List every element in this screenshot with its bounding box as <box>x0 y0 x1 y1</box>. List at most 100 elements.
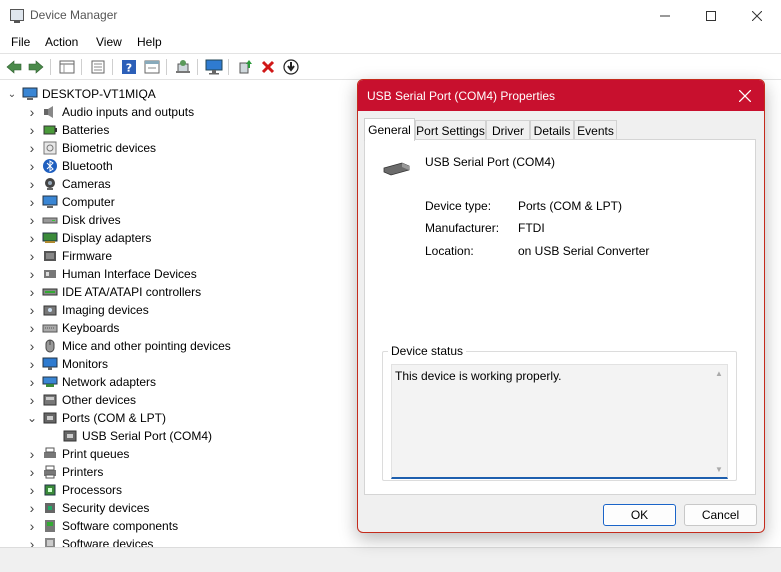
tab-events[interactable]: Events <box>574 120 617 140</box>
chevron-right-icon[interactable]: › <box>26 248 38 264</box>
update-driver-button[interactable] <box>236 58 254 76</box>
chevron-right-icon[interactable]: › <box>26 338 38 354</box>
tree-item[interactable]: › Display adapters <box>26 229 152 247</box>
chevron-right-icon[interactable]: › <box>26 536 38 547</box>
manufacturer-label: Manufacturer: <box>425 221 500 235</box>
chevron-right-icon[interactable]: › <box>26 266 38 282</box>
chevron-right-icon[interactable]: › <box>26 140 38 156</box>
processor-icon <box>42 482 58 498</box>
tree-item[interactable]: › Security devices <box>26 499 150 517</box>
chevron-right-icon[interactable]: › <box>26 374 38 390</box>
scroll-up-icon[interactable]: ▲ <box>713 369 725 379</box>
forward-button[interactable] <box>27 58 45 76</box>
tree-item[interactable]: › Monitors <box>26 355 108 373</box>
chevron-down-icon[interactable]: ⌄ <box>26 411 38 425</box>
uninstall-button[interactable] <box>259 58 277 76</box>
chevron-right-icon[interactable]: › <box>26 194 38 210</box>
cancel-button[interactable]: Cancel <box>684 504 757 526</box>
device-status-group: Device status This device is working pro… <box>382 344 737 481</box>
tree-item[interactable]: › Software components <box>26 517 178 535</box>
tab-general[interactable]: General <box>364 118 415 141</box>
tree-item[interactable]: › Disk drives <box>26 211 121 229</box>
scan-button[interactable] <box>174 58 192 76</box>
tree-item[interactable]: ⌄ Ports (COM & LPT) <box>26 409 166 427</box>
tree-item[interactable]: › Other devices <box>26 391 136 409</box>
menu-view[interactable]: View <box>96 35 122 49</box>
battery-icon <box>42 122 58 138</box>
tree-item[interactable]: › Imaging devices <box>26 301 149 319</box>
chevron-right-icon[interactable]: › <box>26 482 38 498</box>
horizontal-scrollbar[interactable] <box>0 547 781 572</box>
tab-details[interactable]: Details <box>530 120 574 140</box>
chevron-right-icon[interactable]: › <box>26 230 38 246</box>
tree-item[interactable]: › Audio inputs and outputs <box>26 103 194 121</box>
tree-item[interactable]: › Network adapters <box>26 373 156 391</box>
chevron-right-icon[interactable]: › <box>26 500 38 516</box>
biometric-icon <box>42 140 58 156</box>
tab-driver[interactable]: Driver <box>486 120 530 140</box>
tree-item[interactable]: › Software devices <box>26 535 153 547</box>
tab-panel-general: USB Serial Port (COM4) Device type: Port… <box>364 139 756 495</box>
tree-item[interactable]: › Cameras <box>26 175 111 193</box>
dialog-title-bar[interactable]: USB Serial Port (COM4) Properties <box>358 80 764 111</box>
chevron-right-icon[interactable]: › <box>26 122 38 138</box>
tree-item-label: IDE ATA/ATAPI controllers <box>62 285 202 299</box>
chevron-right-icon[interactable]: › <box>26 446 38 462</box>
camera-icon <box>42 176 58 192</box>
menu-action[interactable]: Action <box>45 35 78 49</box>
tree-item[interactable]: › Print queues <box>26 445 130 463</box>
chevron-right-icon[interactable]: › <box>26 518 38 534</box>
device-status-label: Device status <box>388 344 467 358</box>
monitor-button[interactable] <box>205 58 223 76</box>
show-button[interactable] <box>143 58 161 76</box>
tree-root[interactable]: ⌄ DESKTOP-VT1MIQA <box>6 85 156 103</box>
tree-item[interactable]: › Processors <box>26 481 122 499</box>
tree-item[interactable]: › Printers <box>26 463 104 481</box>
tree-item[interactable]: › Computer <box>26 193 115 211</box>
dialog-title: USB Serial Port (COM4) Properties <box>367 89 556 103</box>
properties-grid-button[interactable] <box>58 58 76 76</box>
title-bar: Device Manager <box>0 0 781 31</box>
tree-item[interactable]: › Batteries <box>26 121 110 139</box>
tab-port-settings[interactable]: Port Settings <box>415 120 486 140</box>
menu-help[interactable]: Help <box>137 35 162 49</box>
tree-item[interactable]: › Keyboards <box>26 319 120 337</box>
tree-item[interactable]: › Firmware <box>26 247 112 265</box>
chevron-right-icon[interactable]: › <box>26 464 38 480</box>
chevron-right-icon[interactable]: › <box>26 158 38 174</box>
display-adapter-icon <box>42 230 58 246</box>
chevron-right-icon[interactable]: › <box>26 104 38 120</box>
close-button[interactable] <box>734 0 780 31</box>
imaging-icon <box>42 302 58 318</box>
tree-item[interactable]: › IDE ATA/ATAPI controllers <box>26 283 202 301</box>
properties-dialog: USB Serial Port (COM4) Properties Genera… <box>357 79 765 533</box>
dialog-close-button[interactable] <box>726 80 764 111</box>
ok-button[interactable]: OK <box>603 504 676 526</box>
tree-item[interactable]: › Mice and other pointing devices <box>26 337 231 355</box>
chevron-right-icon[interactable]: › <box>26 284 38 300</box>
tree-child-item[interactable]: USB Serial Port (COM4) <box>58 427 212 445</box>
tree-item-label: Biometric devices <box>62 141 157 155</box>
chevron-right-icon[interactable]: › <box>26 176 38 192</box>
chevron-right-icon[interactable]: › <box>26 320 38 336</box>
chevron-right-icon[interactable]: › <box>26 392 38 408</box>
tree-item[interactable]: › Biometric devices <box>26 139 156 157</box>
chevron-right-icon[interactable]: › <box>26 356 38 372</box>
minimize-button[interactable] <box>642 0 688 31</box>
help-icon: ? <box>122 60 136 75</box>
chevron-right-icon[interactable]: › <box>26 212 38 228</box>
tree-item[interactable]: › Human Interface Devices <box>26 265 197 283</box>
software-component-icon <box>42 518 58 534</box>
menu-file[interactable]: File <box>11 35 30 49</box>
toolbar-separator <box>81 59 82 75</box>
help-button[interactable]: ? <box>120 58 138 76</box>
chevron-right-icon[interactable]: › <box>26 302 38 318</box>
tree-item[interactable]: › Bluetooth <box>26 157 113 175</box>
maximize-button[interactable] <box>688 0 734 31</box>
back-button[interactable] <box>5 58 23 76</box>
scroll-down-icon[interactable]: ▼ <box>713 465 725 475</box>
disable-button[interactable] <box>282 58 300 76</box>
list-button[interactable] <box>89 58 107 76</box>
chevron-down-icon[interactable]: ⌄ <box>6 89 18 100</box>
device-status-textbox[interactable]: This device is working properly. ▲ ▼ <box>391 364 728 479</box>
